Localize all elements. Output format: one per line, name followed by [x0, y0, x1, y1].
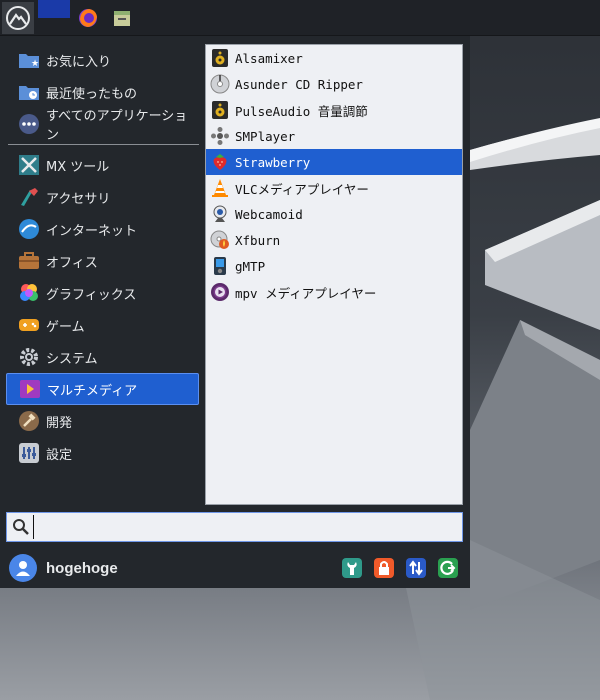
firefox-launcher[interactable]	[72, 2, 104, 34]
category-settings[interactable]: 設定	[6, 437, 199, 469]
multimedia-icon	[19, 378, 41, 400]
logout-icon	[438, 558, 458, 578]
search-box[interactable]	[6, 512, 463, 542]
lock-screen-button[interactable]	[372, 556, 396, 580]
switch-arrows-icon	[406, 558, 426, 578]
app-item-xfburn[interactable]: Xfburn	[206, 227, 462, 253]
strawberry-icon	[210, 152, 230, 172]
all-apps-icon	[18, 113, 40, 135]
app-item-asunder[interactable]: Asunder CD Ripper	[206, 71, 462, 97]
search-icon	[13, 519, 29, 535]
mx-tools-icon	[18, 154, 40, 176]
file-cabinet-icon	[114, 11, 130, 26]
category-recent[interactable]: 最近使ったもの	[6, 76, 199, 108]
vlc-cone-icon	[210, 178, 230, 198]
xfburn-disc-icon	[210, 230, 230, 250]
workspace-switcher[interactable]	[38, 0, 70, 18]
firefox-icon	[79, 9, 97, 27]
category-all-apps[interactable]: すべてのアプリケーション	[6, 108, 199, 143]
development-icon	[18, 410, 40, 432]
category-games[interactable]: ゲーム	[6, 309, 199, 341]
svg-text:★: ★	[31, 59, 39, 69]
file-manager-launcher[interactable]	[106, 2, 138, 34]
mx-logo-icon	[6, 6, 30, 30]
favorites-folder-icon: ★	[18, 49, 40, 71]
username: hogehoge	[46, 559, 118, 577]
system-icon	[18, 346, 40, 368]
app-item-smplayer[interactable]: SMPlayer	[206, 123, 462, 149]
logout-button[interactable]	[436, 556, 460, 580]
webcam-icon	[210, 204, 230, 224]
speaker-icon	[210, 48, 230, 68]
category-internet[interactable]: インターネット	[6, 213, 199, 245]
media-player-device-icon	[210, 256, 230, 276]
wrench-icon	[342, 558, 362, 578]
games-icon	[18, 314, 40, 336]
speaker-icon	[210, 100, 230, 120]
mx-menu-button[interactable]	[2, 2, 34, 34]
accessories-icon	[18, 186, 40, 208]
application-list: Alsamixer Asunder CD Ripper PulseAudio 音…	[205, 44, 463, 505]
settings-manager-button[interactable]	[340, 556, 364, 580]
user-avatar-icon	[9, 554, 37, 582]
app-item-alsamixer[interactable]: Alsamixer	[206, 45, 462, 71]
cd-icon	[210, 74, 230, 94]
category-favorites[interactable]: ★ お気に入り	[6, 44, 199, 76]
category-office[interactable]: オフィス	[6, 245, 199, 277]
category-system[interactable]: システム	[6, 341, 199, 373]
switch-user-button[interactable]	[404, 556, 428, 580]
session-actions	[340, 556, 460, 580]
user-bar: hogehoge	[0, 548, 470, 588]
category-development[interactable]: 開発	[6, 405, 199, 437]
category-multimedia[interactable]: マルチメディア	[6, 373, 199, 405]
top-panel	[0, 0, 600, 36]
mpv-icon	[210, 282, 230, 302]
category-mx-tools[interactable]: MX ツール	[6, 149, 199, 181]
office-icon	[18, 250, 40, 272]
app-item-strawberry[interactable]: Strawberry	[206, 149, 462, 175]
application-menu: ★ お気に入り 最近使ったもの すべてのアプリケーション MX ツール アクセサ…	[0, 36, 470, 588]
app-item-gmtp[interactable]: gMTP	[206, 253, 462, 279]
app-item-mpv[interactable]: mpv メディアプレイヤー	[206, 279, 462, 305]
app-item-vlc[interactable]: VLCメディアプレイヤー	[206, 175, 462, 201]
category-accessories[interactable]: アクセサリ	[6, 181, 199, 213]
app-item-pulseaudio[interactable]: PulseAudio 音量調節	[206, 97, 462, 123]
lock-icon	[374, 558, 394, 578]
graphics-icon	[18, 282, 40, 304]
smplayer-icon	[210, 126, 230, 146]
internet-icon	[18, 218, 40, 240]
search-input[interactable]	[33, 515, 462, 539]
app-item-webcamoid[interactable]: Webcamoid	[206, 201, 462, 227]
category-graphics[interactable]: グラフィックス	[6, 277, 199, 309]
recent-folder-icon	[18, 81, 40, 103]
category-list: ★ お気に入り 最近使ったもの すべてのアプリケーション MX ツール アクセサ…	[0, 44, 205, 469]
category-separator	[8, 144, 199, 145]
settings-icon	[18, 442, 40, 464]
